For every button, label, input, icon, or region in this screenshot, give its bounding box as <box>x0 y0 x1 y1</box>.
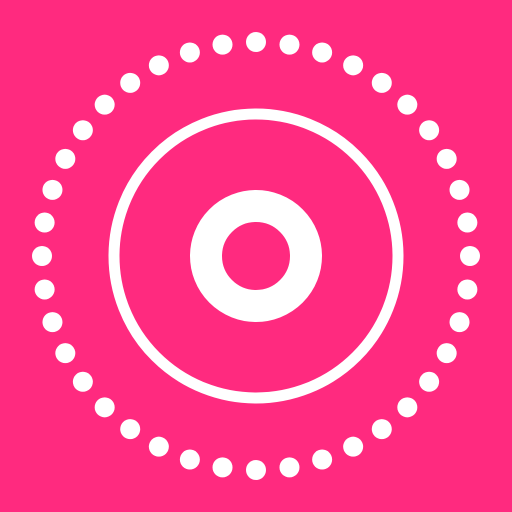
ring-dot <box>55 148 76 169</box>
ring-dot <box>371 72 392 93</box>
ring-dot <box>72 120 93 141</box>
ring-dot <box>457 279 478 300</box>
ring-dot <box>42 312 63 333</box>
ring-dot <box>148 55 169 76</box>
ring-dot <box>212 457 233 478</box>
ring-dot <box>34 212 55 233</box>
ring-dot <box>312 42 333 63</box>
app-icon <box>0 0 512 512</box>
ring-dot <box>457 212 478 233</box>
ring-dot <box>436 343 457 364</box>
ring-dot <box>120 72 141 93</box>
ring-dot <box>371 419 392 440</box>
ring-dot <box>460 246 480 266</box>
ring-dot <box>179 449 200 470</box>
ring-dot <box>343 436 364 457</box>
ring-dot <box>246 32 266 52</box>
ring-dot <box>179 42 200 63</box>
ring-dot <box>32 246 52 266</box>
ring-dot <box>312 449 333 470</box>
ring-dot <box>42 179 63 200</box>
ring-dot <box>72 371 93 392</box>
ring-dot <box>94 94 115 115</box>
ring-dot <box>419 371 440 392</box>
ring-dot <box>94 397 115 418</box>
ring-dot <box>397 397 418 418</box>
ring-dot <box>397 94 418 115</box>
ring-dot <box>279 457 300 478</box>
ring-dot <box>449 179 470 200</box>
ring-dot <box>212 34 233 55</box>
dotted-ring-target-icon <box>0 0 512 512</box>
icon-background <box>0 0 512 512</box>
ring-dot <box>34 279 55 300</box>
ring-dot <box>419 120 440 141</box>
ring-dot <box>246 460 266 480</box>
ring-dot <box>148 436 169 457</box>
ring-dot <box>120 419 141 440</box>
ring-dot <box>279 34 300 55</box>
ring-dot <box>436 148 457 169</box>
ring-dot <box>343 55 364 76</box>
ring-dot <box>55 343 76 364</box>
ring-dot <box>449 312 470 333</box>
